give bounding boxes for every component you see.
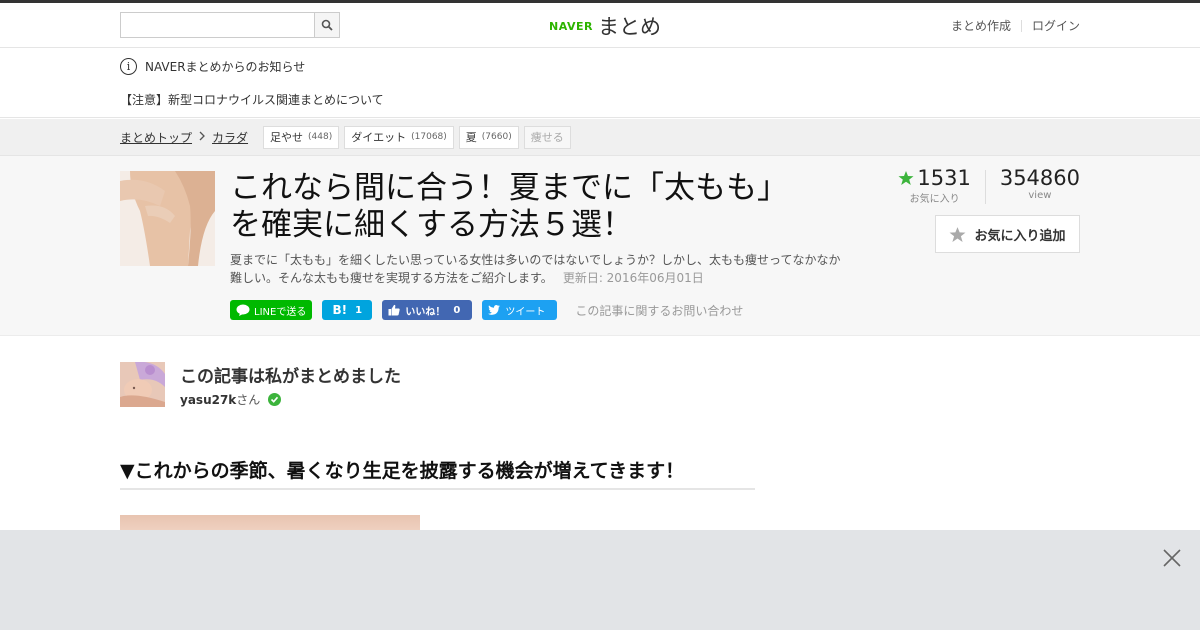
- hatena-b-icon: B!: [332, 303, 348, 317]
- favorites-count-row: 1531: [898, 166, 971, 190]
- breadcrumb-bar: まとめトップ カラダ 足やせ (448) ダイエット (17068) 夏 (7660)…: [0, 119, 1200, 156]
- inquiry-link[interactable]: この記事に関するお問い合わせ: [575, 302, 743, 319]
- desc-line-2: 難しい。そんな太もも痩せを実現する方法をご紹介します。 更新日: 2016年06月…: [230, 269, 850, 287]
- search-box: [120, 12, 340, 38]
- facebook-like-label: いいね！: [405, 306, 446, 318]
- tag-count: (17068): [411, 132, 447, 142]
- thumbs-up-icon: [388, 304, 400, 316]
- search-input[interactable]: [121, 13, 315, 37]
- tweet-button[interactable]: ツイート: [482, 300, 558, 320]
- author-name-row: yasu27k さん: [180, 391, 282, 408]
- favorites-label: お気に入り: [909, 194, 960, 205]
- divider: [1020, 19, 1022, 32]
- close-icon: [1163, 549, 1181, 567]
- facebook-like-button[interactable]: いいね！ 0: [382, 300, 473, 320]
- star-outline-icon: [950, 226, 966, 242]
- notice-area: i NAVERまとめからのお知らせ 【注意】新型コロナウイルス関連まとめについて: [0, 49, 1200, 118]
- views-stat: 354860 view: [1000, 166, 1080, 205]
- notice-header: i NAVERまとめからのお知らせ: [120, 58, 305, 75]
- tag-count: (448): [308, 132, 333, 142]
- favorites-stat: 1531 お気に入り: [898, 166, 971, 205]
- line-icon: [236, 304, 250, 316]
- line-share-button[interactable]: LINEで送る: [230, 300, 313, 320]
- article-title: これなら間に合う！夏までに「太もも」 を確実に細くする方法５選！: [230, 170, 850, 244]
- chevron-right-icon: [198, 130, 206, 144]
- avatar[interactable]: [120, 362, 165, 407]
- breadcrumb-category-link[interactable]: カラダ: [212, 129, 248, 146]
- site-header: NAVER まとめ まとめ作成 ログイン: [0, 3, 1200, 48]
- desc-text: 難しい。そんな太もも痩せを実現する方法をご紹介します。: [230, 271, 553, 285]
- share-buttons: LINEで送る B! 1 いいね！ 0 ツイート この記事に関するお問い合わせ: [230, 300, 743, 320]
- author-heading: この記事は私がまとめました: [180, 367, 401, 387]
- search-button[interactable]: [314, 13, 339, 37]
- breadcrumb-top-link[interactable]: まとめトップ: [120, 129, 192, 146]
- author-suffix: さん: [236, 393, 261, 407]
- search-icon: [321, 19, 333, 31]
- verified-check-icon: [268, 393, 282, 406]
- hatena-count: 1: [355, 304, 363, 316]
- logo-brand: NAVER: [549, 19, 593, 33]
- login-link[interactable]: ログイン: [1032, 17, 1080, 34]
- close-button[interactable]: [1162, 548, 1182, 568]
- section-heading: ▼これからの季節、暑くなり生足を披露する機会が増えてきます！: [120, 456, 755, 490]
- favorites-count: 1531: [917, 166, 971, 190]
- breadcrumb: まとめトップ カラダ 足やせ (448) ダイエット (17068) 夏 (7660)…: [120, 125, 571, 149]
- ad-banner-overlay: [0, 530, 1200, 630]
- article-stats: 1531 お気に入り 354860 view: [898, 166, 1080, 205]
- info-icon: i: [120, 58, 137, 75]
- tag-label: 足やせ: [270, 131, 304, 144]
- tweet-label: ツイート: [505, 306, 546, 318]
- tag-link[interactable]: 足やせ (448): [263, 125, 340, 149]
- tag-label: 夏: [465, 131, 477, 144]
- notice-title: NAVERまとめからのお知らせ: [145, 60, 306, 74]
- article-header: これなら間に合う！夏までに「太もも」 を確実に細くする方法５選！ 夏までに「太も…: [0, 156, 1200, 336]
- line-share-label: LINEで送る: [254, 306, 307, 318]
- desc-line: 夏までに「太もも」を細くしたい思っている女性は多いのではないでしょうか？しかし、…: [230, 253, 841, 267]
- twitter-bird-icon: [488, 305, 501, 315]
- tag-label: ダイエット: [351, 131, 407, 144]
- tag-link[interactable]: 夏 (7660): [458, 125, 519, 149]
- add-favorite-label: お気に入り追加: [974, 228, 1066, 244]
- updated-date: 更新日: 2016年06月01日: [562, 271, 704, 285]
- site-logo[interactable]: NAVER まとめ: [549, 11, 661, 41]
- create-matome-link[interactable]: まとめ作成: [951, 17, 1011, 34]
- tag-link[interactable]: ダイエット (17068): [344, 125, 454, 149]
- title-line: を確実に細くする方法５選！: [230, 207, 633, 243]
- author-block: この記事は私がまとめました yasu27k さん: [120, 362, 620, 410]
- logo-name: まとめ: [597, 15, 661, 39]
- notice-item-link[interactable]: 【注意】新型コロナウイルス関連まとめについて: [120, 91, 384, 108]
- views-label: view: [1028, 190, 1052, 201]
- tag-link[interactable]: 痩せる: [523, 125, 571, 149]
- tag-count: (7660): [481, 132, 512, 142]
- star-icon: [898, 171, 914, 185]
- add-favorite-button[interactable]: お気に入り追加: [935, 215, 1080, 253]
- title-line: これなら間に合う！夏までに「太もも」: [230, 170, 788, 206]
- divider: [984, 170, 986, 204]
- article-description: 夏までに「太もも」を細くしたい思っている女性は多いのではないでしょうか？しかし、…: [230, 251, 850, 287]
- article-thumbnail: [120, 171, 215, 266]
- views-count: 354860: [999, 166, 1080, 190]
- author-name-link[interactable]: yasu27k: [180, 393, 236, 407]
- hatena-bookmark-button[interactable]: B! 1: [322, 300, 373, 320]
- tag-label: 痩せる: [530, 131, 564, 144]
- facebook-like-count: 0: [453, 304, 461, 316]
- header-links: まとめ作成 ログイン: [951, 17, 1080, 34]
